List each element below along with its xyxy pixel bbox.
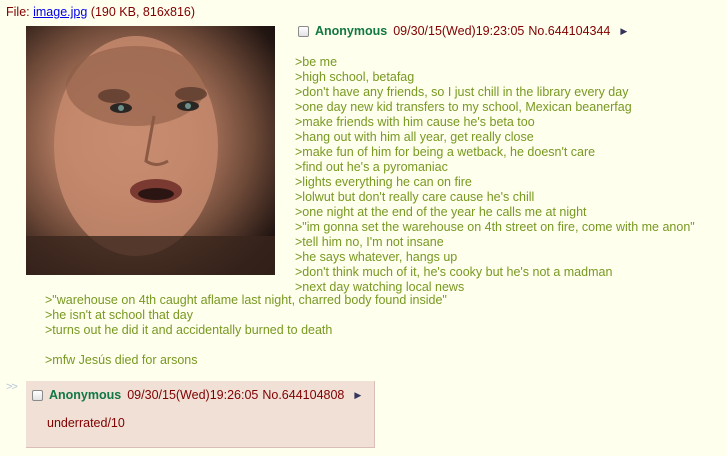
greentext-line: >don't think much of it, he's cooky but … [295, 265, 613, 279]
op-post-number[interactable]: No.644104344 [528, 24, 610, 38]
greentext-line: >high school, betafag [295, 70, 415, 84]
greentext-line: >he says whatever, hangs up [295, 250, 458, 264]
greentext-line: >hang out with him all year, get really … [295, 130, 534, 144]
greentext-line: >don't have any friends, so I just chill… [295, 85, 629, 99]
thumbnail-image[interactable] [26, 26, 275, 275]
file-info: File: image.jpg (190 KB, 816x816) [6, 5, 195, 19]
reply-post-body: underrated/10 [47, 416, 125, 430]
op-post-checkbox[interactable] [298, 25, 309, 37]
greentext-line: >he isn't at school that day [45, 308, 193, 322]
file-link[interactable]: image.jpg [33, 5, 87, 19]
reply-post-datetime: 09/30/15(Wed)19:26:05 [127, 388, 259, 402]
op-post-datetime: 09/30/15(Wed)19:23:05 [393, 24, 525, 38]
greentext-line: >be me [295, 55, 338, 69]
triangle-right-icon[interactable]: ▶ [620, 26, 627, 37]
greentext-line: >turns out he did it and accidentally bu… [45, 323, 333, 337]
reply-post: Anonymous 09/30/15(Wed)19:26:05 No.64410… [26, 381, 375, 448]
reply-post-header: Anonymous 09/30/15(Wed)19:26:05 No.64410… [32, 388, 368, 402]
greentext-line: >"warehouse on 4th caught aflame last ni… [45, 293, 447, 307]
greentext-line: >lights everything he can on fire [295, 175, 472, 189]
triangle-right-icon[interactable]: ▶ [354, 390, 361, 401]
reply-post-number[interactable]: No.644104808 [262, 388, 344, 402]
op-post-body-continued: >"warehouse on 4th caught aflame last ni… [45, 293, 447, 338]
greentext-line: >one day new kid transfers to my school,… [295, 100, 632, 114]
greentext-line: >one night at the end of the year he cal… [295, 205, 587, 219]
op-poster-name: Anonymous [315, 24, 388, 38]
greentext-line: >tell him no, I'm not insane [295, 235, 444, 249]
greentext-line: >make fun of him for being a wetback, he… [295, 145, 596, 159]
greentext-line: >make friends with him cause he's beta t… [295, 115, 535, 129]
greentext-line: >lolwut but don't really care cause he's… [295, 190, 535, 204]
op-post-header: Anonymous 09/30/15(Wed)19:23:05 No.64410… [298, 24, 627, 38]
file-label: File: [6, 5, 30, 19]
greentext-line: >"im gonna set the warehouse on 4th stre… [295, 220, 695, 234]
reply-post-checkbox[interactable] [32, 389, 43, 401]
greentext-line: >find out he's a pyromaniac [295, 160, 448, 174]
op-post-body: >be me >high school, betafag >don't have a… [295, 55, 695, 295]
op-post-mfw-line: >mfw Jesús died for arsons [45, 353, 198, 367]
reply-poster-name: Anonymous [49, 388, 122, 402]
file-meta: (190 KB, 816x816) [90, 5, 196, 19]
face-illustration [26, 36, 275, 275]
reply-side-arrows: >> [6, 381, 18, 393]
